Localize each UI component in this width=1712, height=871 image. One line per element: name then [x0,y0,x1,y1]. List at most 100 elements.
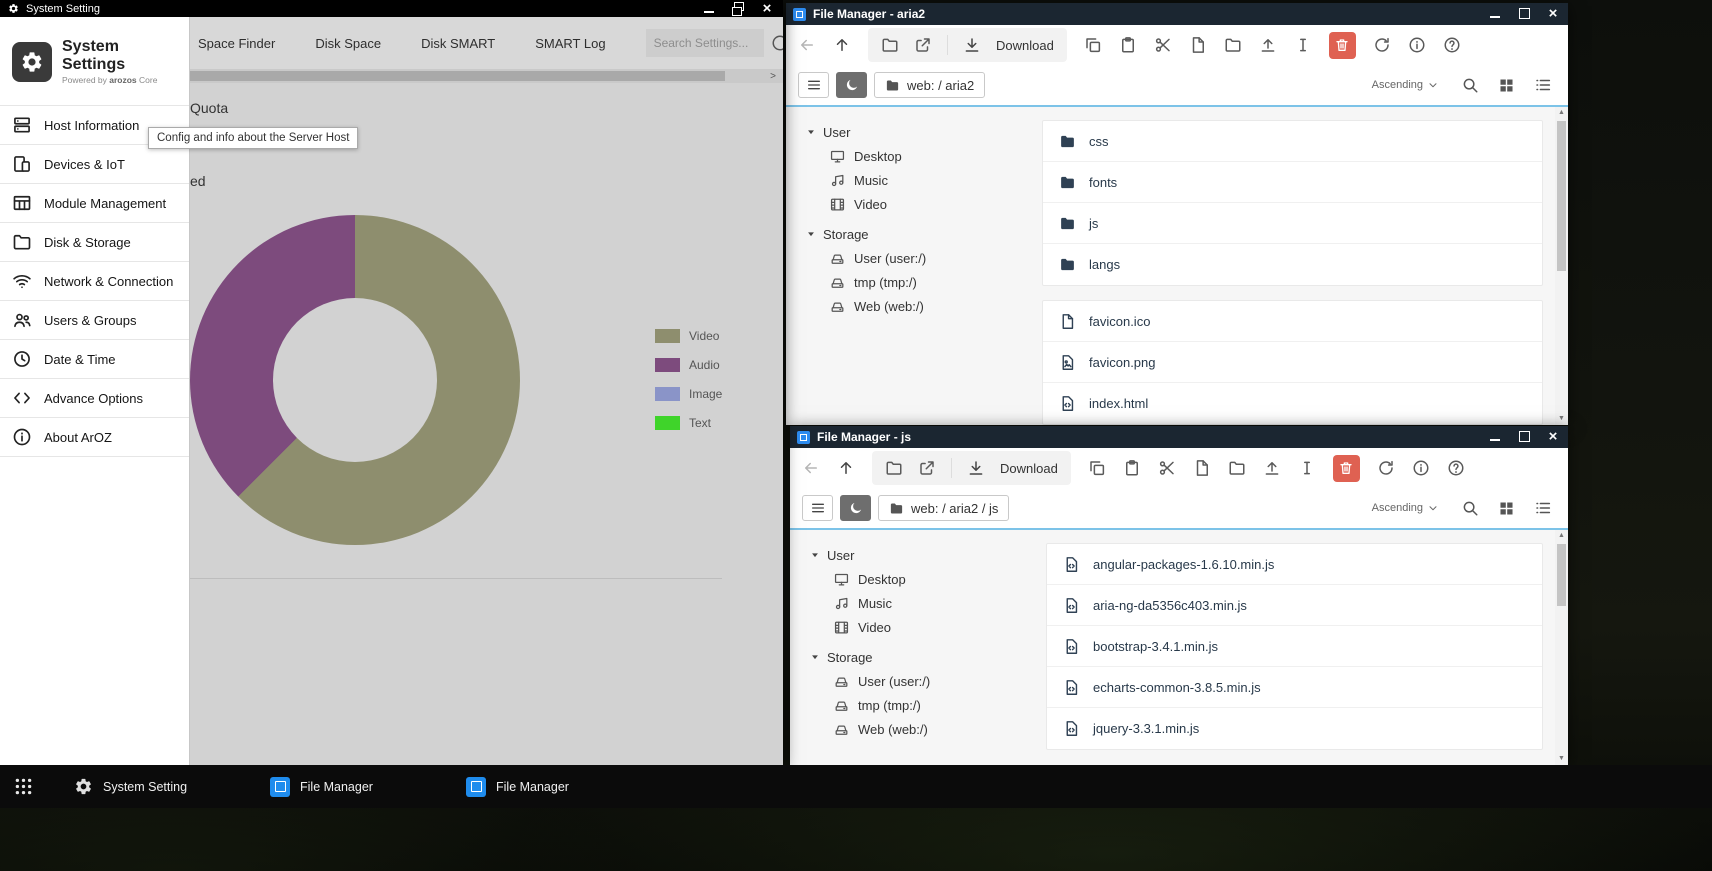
cut-button[interactable] [1158,459,1176,477]
properties-button[interactable] [1412,459,1430,477]
tree-item-video[interactable]: Video [810,615,1040,639]
properties-button[interactable] [1408,36,1426,54]
list-item[interactable]: aria-ng-da5356c403.min.js [1047,585,1542,626]
sidebar-item-about-aroz[interactable]: About ArOZ [0,418,189,457]
copy-button[interactable] [1084,36,1102,54]
tree-root-user[interactable]: User [810,543,1040,567]
scrollbar-thumb[interactable] [190,71,725,81]
list-item[interactable]: jquery-3.3.1.min.js [1047,708,1542,749]
tab-disk-space[interactable]: Disk Space [315,36,381,51]
tree-root-storage[interactable]: Storage [806,222,1036,246]
new-folder-button[interactable] [1228,459,1246,477]
back-button[interactable] [798,36,816,54]
paste-button[interactable] [1119,36,1137,54]
list-item[interactable]: css [1043,121,1542,162]
search-button[interactable] [1461,76,1479,94]
tree-item-desktop[interactable]: Desktop [806,144,1036,168]
tree-item-web-drive[interactable]: Web (web:/) [806,294,1036,318]
help-button[interactable] [1443,36,1461,54]
open-folder-button[interactable] [885,459,903,477]
list-item[interactable]: js [1043,203,1542,244]
download-label[interactable]: Download [996,38,1054,53]
vertical-scrollbar[interactable]: ▲ ▼ [1555,530,1568,765]
taskbar-item-file-manager-2[interactable]: File Manager [452,765,648,808]
list-item[interactable]: favicon.ico [1043,301,1542,342]
tree-item-tmp-drive[interactable]: tmp (tmp:/) [810,693,1040,717]
window-titlebar[interactable]: File Manager - js × [790,426,1568,448]
app-launcher-button[interactable] [0,765,46,808]
tab-disk-smart[interactable]: Disk SMART [421,36,495,51]
sort-dropdown[interactable]: Ascending [1372,502,1439,514]
dark-mode-toggle[interactable] [836,72,867,98]
scroll-up-arrow[interactable]: ▲ [1555,530,1568,542]
sidebar-item-module-management[interactable]: Module Management [0,184,189,223]
scroll-down-arrow[interactable]: ▼ [1555,753,1568,765]
search-button[interactable] [1461,499,1479,517]
list-item[interactable]: bootstrap-3.4.1.min.js [1047,626,1542,667]
tab-smart-log[interactable]: SMART Log [535,36,605,51]
list-item[interactable]: fonts [1043,162,1542,203]
list-item[interactable]: favicon.png [1043,342,1542,383]
rename-button[interactable] [1294,36,1312,54]
horizontal-scrollbar[interactable]: > [190,69,783,83]
scroll-down-arrow[interactable]: ▼ [1555,413,1568,425]
sidebar-item-devices-iot[interactable]: Devices & IoT [0,145,189,184]
upload-button[interactable] [1263,459,1281,477]
tree-item-music[interactable]: Music [806,168,1036,192]
list-view-button[interactable] [1534,76,1552,94]
refresh-button[interactable] [1377,459,1395,477]
menu-button[interactable] [802,495,833,521]
new-file-button[interactable] [1193,459,1211,477]
paste-button[interactable] [1123,459,1141,477]
download-label[interactable]: Download [1000,461,1058,476]
minimize-button[interactable] [701,2,717,16]
minimize-button[interactable] [1487,7,1503,21]
open-in-new-window-button[interactable] [918,459,936,477]
tree-item-music[interactable]: Music [810,591,1040,615]
cut-button[interactable] [1154,36,1172,54]
dark-mode-toggle[interactable] [840,495,871,521]
list-item[interactable]: index.html [1043,383,1542,424]
breadcrumb[interactable]: web: / aria2 [874,72,985,98]
tree-root-user[interactable]: User [806,120,1036,144]
copy-button[interactable] [1088,459,1106,477]
sidebar-item-advance-options[interactable]: Advance Options [0,379,189,418]
close-button[interactable]: × [1545,7,1561,21]
tree-item-user-drive[interactable]: User (user:/) [810,669,1040,693]
list-item[interactable]: langs [1043,244,1542,285]
list-view-button[interactable] [1534,499,1552,517]
breadcrumb[interactable]: web: / aria2 / js [878,495,1009,521]
tree-item-tmp-drive[interactable]: tmp (tmp:/) [806,270,1036,294]
download-icon[interactable] [967,459,985,477]
download-icon[interactable] [963,36,981,54]
taskbar-item-file-manager-1[interactable]: File Manager [256,765,452,808]
window-titlebar[interactable]: System Setting × [0,0,783,17]
grid-view-button[interactable] [1498,77,1515,94]
scrollbar-thumb[interactable] [1557,544,1566,606]
scroll-up-arrow[interactable]: ▲ [1555,107,1568,119]
restore-button[interactable] [730,2,746,16]
tree-item-user-drive[interactable]: User (user:/) [806,246,1036,270]
sort-dropdown[interactable]: Ascending [1372,79,1439,91]
taskbar-item-system-setting[interactable]: System Setting [60,765,256,808]
menu-button[interactable] [798,72,829,98]
rename-button[interactable] [1298,459,1316,477]
list-item[interactable]: echarts-common-3.8.5.min.js [1047,667,1542,708]
scrollbar-thumb[interactable] [1557,121,1566,271]
sidebar-item-date-time[interactable]: Date & Time [0,340,189,379]
sidebar-item-network-connection[interactable]: Network & Connection [0,262,189,301]
help-button[interactable] [1447,459,1465,477]
tree-item-video[interactable]: Video [806,192,1036,216]
sidebar-item-disk-storage[interactable]: Disk & Storage [0,223,189,262]
list-item[interactable]: angular-packages-1.6.10.min.js [1047,544,1542,585]
upload-button[interactable] [1259,36,1277,54]
delete-button[interactable] [1333,455,1360,482]
window-titlebar[interactable]: File Manager - aria2 × [786,3,1568,25]
up-button[interactable] [833,36,851,54]
close-button[interactable]: × [759,2,775,16]
sidebar-item-users-groups[interactable]: Users & Groups [0,301,189,340]
refresh-button[interactable] [1373,36,1391,54]
vertical-scrollbar[interactable]: ▲ ▼ [1555,107,1568,425]
tab-space-finder[interactable]: Space Finder [198,36,275,51]
maximize-button[interactable] [1516,430,1532,444]
